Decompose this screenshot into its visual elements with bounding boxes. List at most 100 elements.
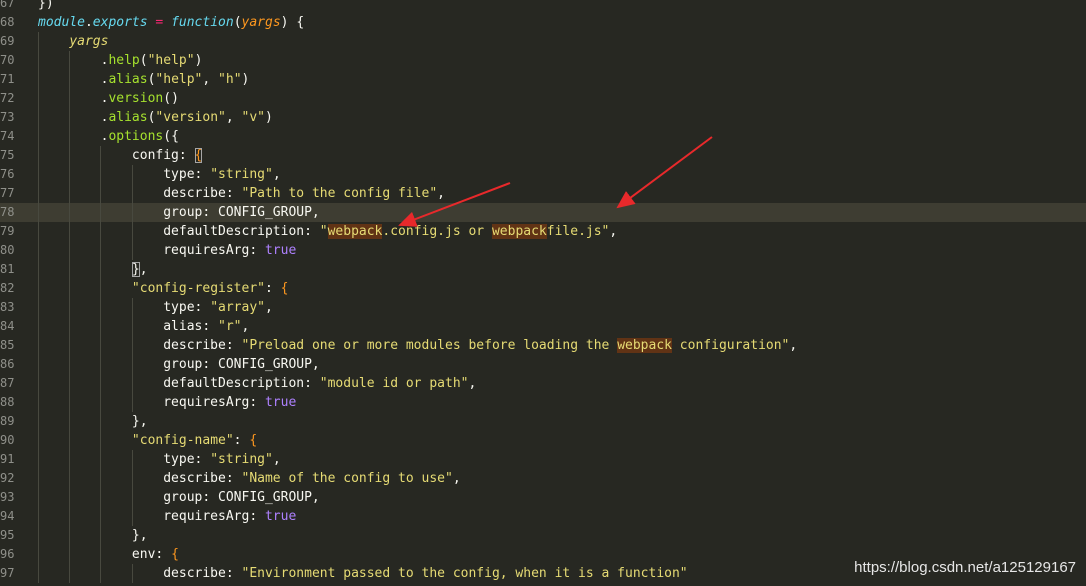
- code-token: {: [194, 148, 203, 163]
- code-token: "help": [155, 72, 203, 87]
- code-token: ,: [202, 72, 219, 87]
- code-line[interactable]: 89 },: [0, 412, 1086, 431]
- code-token: },: [38, 528, 148, 543]
- code-text: env: {: [38, 545, 179, 564]
- code-line[interactable]: 78 group: CONFIG_GROUP,: [0, 203, 1086, 222]
- code-text: },: [38, 412, 148, 431]
- line-number: 72: [0, 91, 14, 105]
- code-token: type:: [38, 167, 211, 182]
- line-number: 80: [0, 243, 14, 257]
- code-line[interactable]: 76 type: "string",: [0, 165, 1086, 184]
- code-line[interactable]: 74 .options({: [0, 127, 1086, 146]
- code-editor[interactable]: 67}) 68 module.exports = function(yargs) {…: [0, 0, 1086, 583]
- code-token: ,: [789, 338, 798, 353]
- code-token: {: [171, 547, 179, 562]
- code-line[interactable]: 92 describe: "Name of the config to use"…: [0, 469, 1086, 488]
- line-number: 68: [0, 15, 14, 29]
- line-number: 86: [0, 357, 14, 371]
- code-token: webpack: [617, 338, 672, 353]
- code-token: defaultDescription:: [38, 224, 320, 239]
- code-text: type: "array",: [38, 298, 273, 317]
- code-text: .alias("version", "v"): [38, 108, 273, 127]
- code-token: .: [84, 15, 93, 30]
- code-token: config:: [38, 148, 195, 163]
- code-line[interactable]: 84 alias: "r",: [0, 317, 1086, 336]
- code-token: ): [241, 72, 250, 87]
- code-line[interactable]: 71 .alias("help", "h"): [0, 70, 1086, 89]
- code-text: },: [38, 260, 148, 279]
- code-token: version: [108, 91, 164, 106]
- code-token: webpack: [327, 224, 383, 239]
- code-text: "config-name": {: [38, 431, 257, 450]
- code-token: :: [264, 281, 281, 296]
- code-line[interactable]: 94 requiresArg: true: [0, 507, 1086, 526]
- code-text: }): [38, 0, 54, 13]
- code-token: :: [233, 433, 250, 448]
- code-token: ,: [452, 471, 461, 486]
- line-number: 90: [0, 433, 14, 447]
- code-text: yargs: [38, 32, 108, 51]
- code-token: "config-register": [131, 281, 265, 296]
- code-line[interactable]: 86 group: CONFIG_GROUP,: [0, 355, 1086, 374]
- code-token: .: [38, 129, 109, 144]
- code-line[interactable]: 88 requiresArg: true: [0, 393, 1086, 412]
- code-line[interactable]: 83 type: "array",: [0, 298, 1086, 317]
- code-token: exports: [92, 15, 148, 30]
- code-token: alias:: [38, 319, 219, 334]
- code-token: yargs: [241, 15, 281, 30]
- code-line[interactable]: 80 requiresArg: true: [0, 241, 1086, 260]
- code-token: ({: [163, 129, 179, 144]
- code-token: requiresArg:: [38, 395, 265, 410]
- code-token: "module id or path": [319, 376, 469, 391]
- code-token: ,: [609, 224, 618, 239]
- code-text: defaultDescription: "module id or path",: [38, 374, 476, 393]
- code-token: function: [171, 15, 234, 30]
- code-line[interactable]: 81 },: [0, 260, 1086, 279]
- code-line[interactable]: 77 describe: "Path to the config file",: [0, 184, 1086, 203]
- code-text: group: CONFIG_GROUP,: [38, 203, 320, 222]
- code-token: "Path to the config file": [241, 186, 438, 201]
- code-line[interactable]: 93 group: CONFIG_GROUP,: [0, 488, 1086, 507]
- code-line[interactable]: 90 "config-name": {: [0, 431, 1086, 450]
- code-token: ) {: [280, 15, 305, 30]
- code-token: group: CONFIG_GROUP,: [38, 490, 320, 505]
- code-token: describe:: [38, 566, 242, 581]
- code-token: type:: [38, 452, 211, 467]
- code-token: (: [233, 15, 242, 30]
- code-token: true: [264, 509, 297, 524]
- code-line[interactable]: 67}): [0, 0, 1086, 13]
- line-number: 88: [0, 395, 14, 409]
- code-token: .: [38, 110, 109, 125]
- code-token: module: [38, 15, 85, 30]
- line-number: 93: [0, 490, 14, 504]
- code-text: requiresArg: true: [38, 241, 296, 260]
- code-token: help: [108, 53, 140, 68]
- code-token: file.js": [546, 224, 610, 239]
- code-line[interactable]: 68 module.exports = function(yargs) {: [0, 13, 1086, 32]
- code-line[interactable]: 72 .version(): [0, 89, 1086, 108]
- code-token: configuration": [671, 338, 790, 353]
- code-line[interactable]: 91 type: "string",: [0, 450, 1086, 469]
- code-line[interactable]: 73 .alias("version", "v"): [0, 108, 1086, 127]
- code-line[interactable]: 75 config: {: [0, 146, 1086, 165]
- code-line[interactable]: 82 "config-register": {: [0, 279, 1086, 298]
- watermark-text: https://blog.csdn.net/a125129167: [854, 559, 1076, 576]
- line-number: 67: [0, 0, 14, 10]
- code-token: alias: [108, 110, 148, 125]
- code-line[interactable]: 85 describe: "Preload one or more module…: [0, 336, 1086, 355]
- code-line[interactable]: 79 defaultDescription: "webpack.config.j…: [0, 222, 1086, 241]
- line-number: 82: [0, 281, 14, 295]
- code-text: config: {: [38, 146, 203, 165]
- code-line[interactable]: 87 defaultDescription: "module id or pat…: [0, 374, 1086, 393]
- line-number: 92: [0, 471, 14, 485]
- code-line[interactable]: 70 .help("help"): [0, 51, 1086, 70]
- code-token: alias: [108, 72, 148, 87]
- code-token: env:: [38, 547, 172, 562]
- code-line[interactable]: 69 yargs: [0, 32, 1086, 51]
- code-token: "h": [218, 72, 242, 87]
- code-token: "config-name": [131, 433, 234, 448]
- code-token: ": [319, 224, 328, 239]
- code-line[interactable]: 95 },: [0, 526, 1086, 545]
- code-token: "version": [155, 110, 226, 125]
